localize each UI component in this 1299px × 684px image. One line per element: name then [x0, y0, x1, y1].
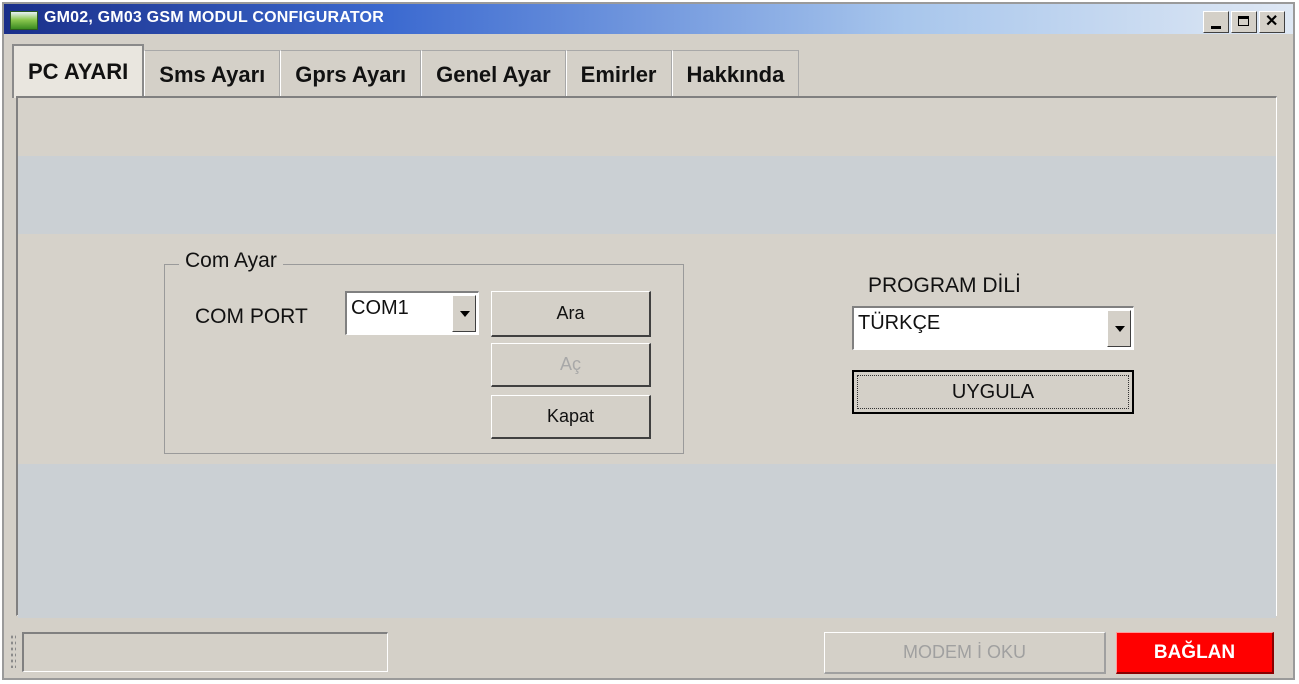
minimize-icon	[1211, 26, 1221, 29]
tab-genel-ayar[interactable]: Genel Ayar	[421, 50, 566, 98]
language-select[interactable]: TÜRKÇE	[852, 306, 1134, 350]
com-port-label: COM PORT	[195, 305, 308, 328]
language-dropdown-button[interactable]	[1107, 310, 1131, 347]
close-button[interactable]: ✕	[1259, 11, 1285, 33]
tab-sms-ayari[interactable]: Sms Ayarı	[144, 50, 281, 98]
com-settings-group: Com Ayar COM PORT COM1 Ara Aç Kapat	[164, 249, 684, 454]
read-modem-button[interactable]: MODEM İ OKU	[824, 632, 1106, 674]
close-port-button[interactable]: Kapat	[491, 395, 651, 439]
tab-strip: PC AYARI Sms Ayarı Gprs Ayarı Genel Ayar…	[12, 40, 800, 98]
tab-hakkinda[interactable]: Hakkında	[671, 50, 800, 98]
background-band	[18, 156, 1276, 234]
search-button[interactable]: Ara	[491, 291, 651, 337]
status-bar: MODEM İ OKU BAĞLAN	[4, 624, 1293, 678]
maximize-icon	[1238, 16, 1249, 26]
language-value: TÜRKÇE	[858, 312, 941, 334]
grip-handle[interactable]	[10, 634, 16, 668]
com-port-select[interactable]: COM1	[345, 291, 479, 335]
title-bar[interactable]: GM02, GM03 GSM MODUL CONFIGURATOR ✕	[4, 4, 1293, 34]
language-label: PROGRAM DİLİ	[868, 274, 1021, 297]
app-icon	[10, 11, 38, 30]
tab-panel: Com Ayar COM PORT COM1 Ara Aç Kapat PROG…	[16, 96, 1277, 618]
window-title: GM02, GM03 GSM MODUL CONFIGURATOR	[44, 9, 384, 26]
com-port-value: COM1	[351, 297, 409, 319]
com-settings-title: Com Ayar	[179, 249, 283, 273]
chevron-down-icon	[460, 310, 470, 317]
chevron-down-icon	[1115, 325, 1125, 332]
tab-emirler[interactable]: Emirler	[565, 50, 672, 98]
app-window: GM02, GM03 GSM MODUL CONFIGURATOR ✕ PC A…	[2, 2, 1295, 680]
connect-button[interactable]: BAĞLAN	[1116, 632, 1274, 674]
maximize-button[interactable]	[1231, 11, 1257, 33]
close-icon: ✕	[1265, 13, 1279, 30]
background-band	[18, 464, 1276, 618]
com-port-dropdown-button[interactable]	[452, 295, 476, 332]
focus-rect	[857, 375, 1129, 409]
minimize-button[interactable]	[1203, 11, 1229, 33]
open-button[interactable]: Aç	[491, 343, 651, 387]
tab-gprs-ayari[interactable]: Gprs Ayarı	[280, 50, 422, 98]
window-controls: ✕	[1201, 11, 1285, 33]
tab-pc-ayari[interactable]: PC AYARI	[12, 44, 145, 98]
apply-button[interactable]: UYGULA	[852, 370, 1134, 414]
status-field	[22, 632, 388, 672]
